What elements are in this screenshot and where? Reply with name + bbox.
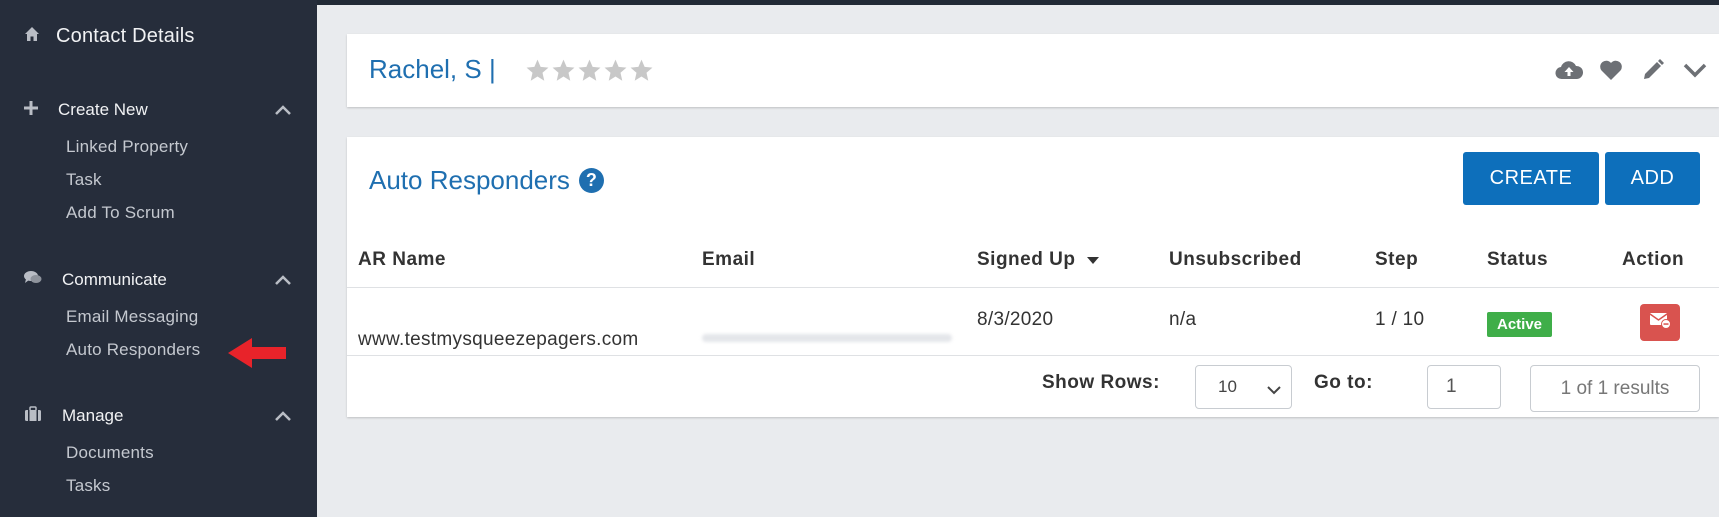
column-header-email[interactable]: Email [702,249,755,271]
column-header-unsubscribed[interactable]: Unsubscribed [1169,249,1302,271]
contact-name: Rachel, S | [369,54,496,84]
sort-down-icon [1087,249,1100,271]
goto-page-input[interactable] [1427,365,1501,409]
top-bar [317,0,1719,5]
column-header-signed-up[interactable]: Signed Up [977,249,1100,271]
sidebar-title: Contact Details [56,25,195,47]
chevron-up-icon[interactable] [272,269,294,291]
sidebar-item-task[interactable]: Task [66,163,294,196]
sidebar-section-create-new: Create New Linked Property Task Add To S… [24,98,294,229]
star-rating[interactable] [525,58,654,88]
row-divider [347,355,1719,356]
status-badge: Active [1487,312,1553,337]
column-header-signed-up-label: Signed Up [977,249,1076,270]
header-divider [347,287,1719,288]
sidebar-item-tasks[interactable]: Tasks [66,469,294,502]
create-button[interactable]: CREATE [1463,152,1599,205]
star-icon[interactable] [603,58,628,88]
sidebar-section-label: Manage [62,406,124,425]
home-icon [24,26,40,47]
auto-responders-card: Auto Responders ? CREATE ADD AR Name Ema… [347,137,1719,417]
chevron-up-icon[interactable] [272,99,294,121]
star-icon[interactable] [525,58,550,88]
briefcase-icon [24,406,42,426]
sidebar-title-row[interactable]: Contact Details [24,25,195,48]
sidebar-item-documents[interactable]: Documents [66,436,294,469]
cloud-upload-icon[interactable] [1555,56,1583,84]
contact-header-card: Rachel, S | [347,34,1719,107]
help-icon[interactable]: ? [578,168,604,193]
goto-label: Go to: [1314,372,1373,393]
pencil-icon[interactable] [1639,56,1667,84]
results-count: 1 of 1 results [1530,365,1700,412]
chevron-up-icon[interactable] [272,405,294,427]
column-header-ar-name[interactable]: AR Name [358,249,446,271]
sidebar: Contact Details Create New Linked Proper… [0,0,317,517]
sidebar-item-linked-property[interactable]: Linked Property [66,130,294,163]
star-icon[interactable] [629,58,654,88]
auto-responders-heading: Auto Responders ? [369,165,604,196]
sidebar-item-email-messaging[interactable]: Email Messaging [66,300,294,333]
chevron-down-icon [1267,380,1281,400]
show-rows-label: Show Rows: [1042,372,1160,393]
star-icon[interactable] [551,58,576,88]
star-icon[interactable] [577,58,602,88]
cell-step: 1 / 10 [1375,309,1425,330]
plus-icon [24,100,38,120]
add-button[interactable]: ADD [1605,152,1700,205]
contact-actions [1555,56,1719,84]
sidebar-section-label: Create New [58,100,148,119]
mail-remove-icon [1649,311,1671,334]
column-header-step[interactable]: Step [1375,249,1418,271]
auto-responders-title: Auto Responders [369,165,570,195]
sidebar-section-label: Communicate [62,270,167,289]
sidebar-section-manage: Manage Documents Tasks [24,404,294,502]
cell-unsubscribed: n/a [1169,309,1197,330]
chat-icon [24,270,42,290]
chevron-down-icon[interactable] [1681,56,1709,84]
sidebar-section-header[interactable]: Communicate [24,268,294,292]
rows-per-page-select[interactable]: 10 [1195,365,1292,409]
sidebar-section-header[interactable]: Manage [24,404,294,428]
cell-ar-name[interactable]: www.testmysqueezepagers.com [358,329,639,351]
sidebar-item-add-to-scrum[interactable]: Add To Scrum [66,196,294,229]
rows-per-page-value: 10 [1218,377,1237,396]
heart-icon[interactable] [1597,56,1625,84]
cell-email-redacted [702,329,952,351]
unsubscribe-action-button[interactable] [1640,304,1680,341]
sidebar-section-header[interactable]: Create New [24,98,294,122]
cell-signed-up: 8/3/2020 [977,309,1054,330]
red-arrow-icon [228,337,286,374]
column-header-action: Action [1622,249,1685,270]
column-header-status[interactable]: Status [1487,249,1548,271]
